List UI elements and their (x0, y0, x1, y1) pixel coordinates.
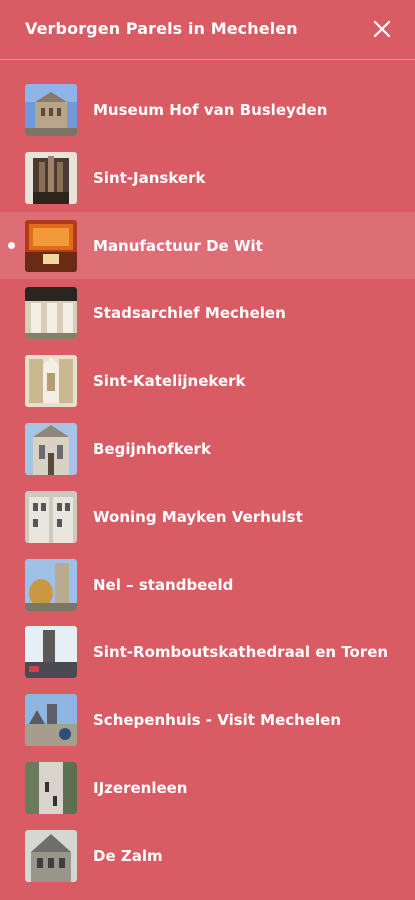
place-thumbnail (25, 490, 77, 543)
place-thumbnail (25, 84, 77, 136)
place-thumbnail (25, 829, 77, 882)
list-item[interactable]: Schepenhuis - Visit Mechelen (0, 686, 415, 754)
list-item-label: IJzerenleen (93, 778, 188, 797)
list-item[interactable]: IJzerenleen (0, 754, 415, 822)
list-item-label: Sint-Romboutskathedraal en Toren (93, 643, 389, 662)
list-item[interactable]: Sint-Katelijnekerk (0, 347, 415, 415)
list-item-label: Manufactuur De Wit (93, 236, 263, 255)
list-item-label: Nel – standbeeld (93, 575, 234, 594)
header: Verborgen Parels in Mechelen (0, 0, 415, 60)
list-item[interactable]: Nel – standbeeld (0, 551, 415, 619)
list-item[interactable]: Sint-Janskerk (0, 144, 415, 212)
place-thumbnail (25, 558, 77, 611)
place-thumbnail (25, 761, 77, 814)
place-thumbnail (25, 219, 77, 272)
list-item-label: Stadsarchief Mechelen (93, 304, 286, 323)
active-indicator (8, 241, 15, 249)
list-item[interactable]: Museum Hof van Busleyden (0, 76, 415, 144)
list-item-label: De Zalm (93, 846, 163, 865)
list-item-active[interactable]: Manufactuur De Wit (0, 211, 415, 280)
places-list: Museum Hof van Busleyden Sint-Janskerk M… (0, 76, 415, 890)
close-icon (373, 20, 391, 38)
list-item[interactable]: Woning Mayken Verhulst (0, 483, 415, 551)
place-thumbnail (25, 626, 77, 679)
list-item-label: Begijnhofkerk (93, 439, 211, 458)
list-item[interactable]: Begijnhofkerk (0, 415, 415, 483)
place-thumbnail (25, 355, 77, 408)
list-item-label: Sint-Katelijnekerk (93, 372, 246, 391)
list-item[interactable]: Sint-Romboutskathedraal en Toren (0, 618, 415, 686)
place-thumbnail (25, 694, 77, 747)
list-item-label: Sint-Janskerk (93, 168, 206, 187)
place-thumbnail (25, 151, 77, 204)
place-thumbnail (25, 287, 77, 340)
place-thumbnail (25, 422, 77, 475)
list-item[interactable]: De Zalm (0, 822, 415, 890)
list-item-label: Woning Mayken Verhulst (93, 507, 303, 526)
close-button[interactable] (367, 14, 397, 44)
list-item[interactable]: Stadsarchief Mechelen (0, 279, 415, 347)
list-item-label: Museum Hof van Busleyden (93, 101, 328, 119)
page-title: Verborgen Parels in Mechelen (25, 19, 298, 38)
list-item-label: Schepenhuis - Visit Mechelen (93, 711, 342, 730)
